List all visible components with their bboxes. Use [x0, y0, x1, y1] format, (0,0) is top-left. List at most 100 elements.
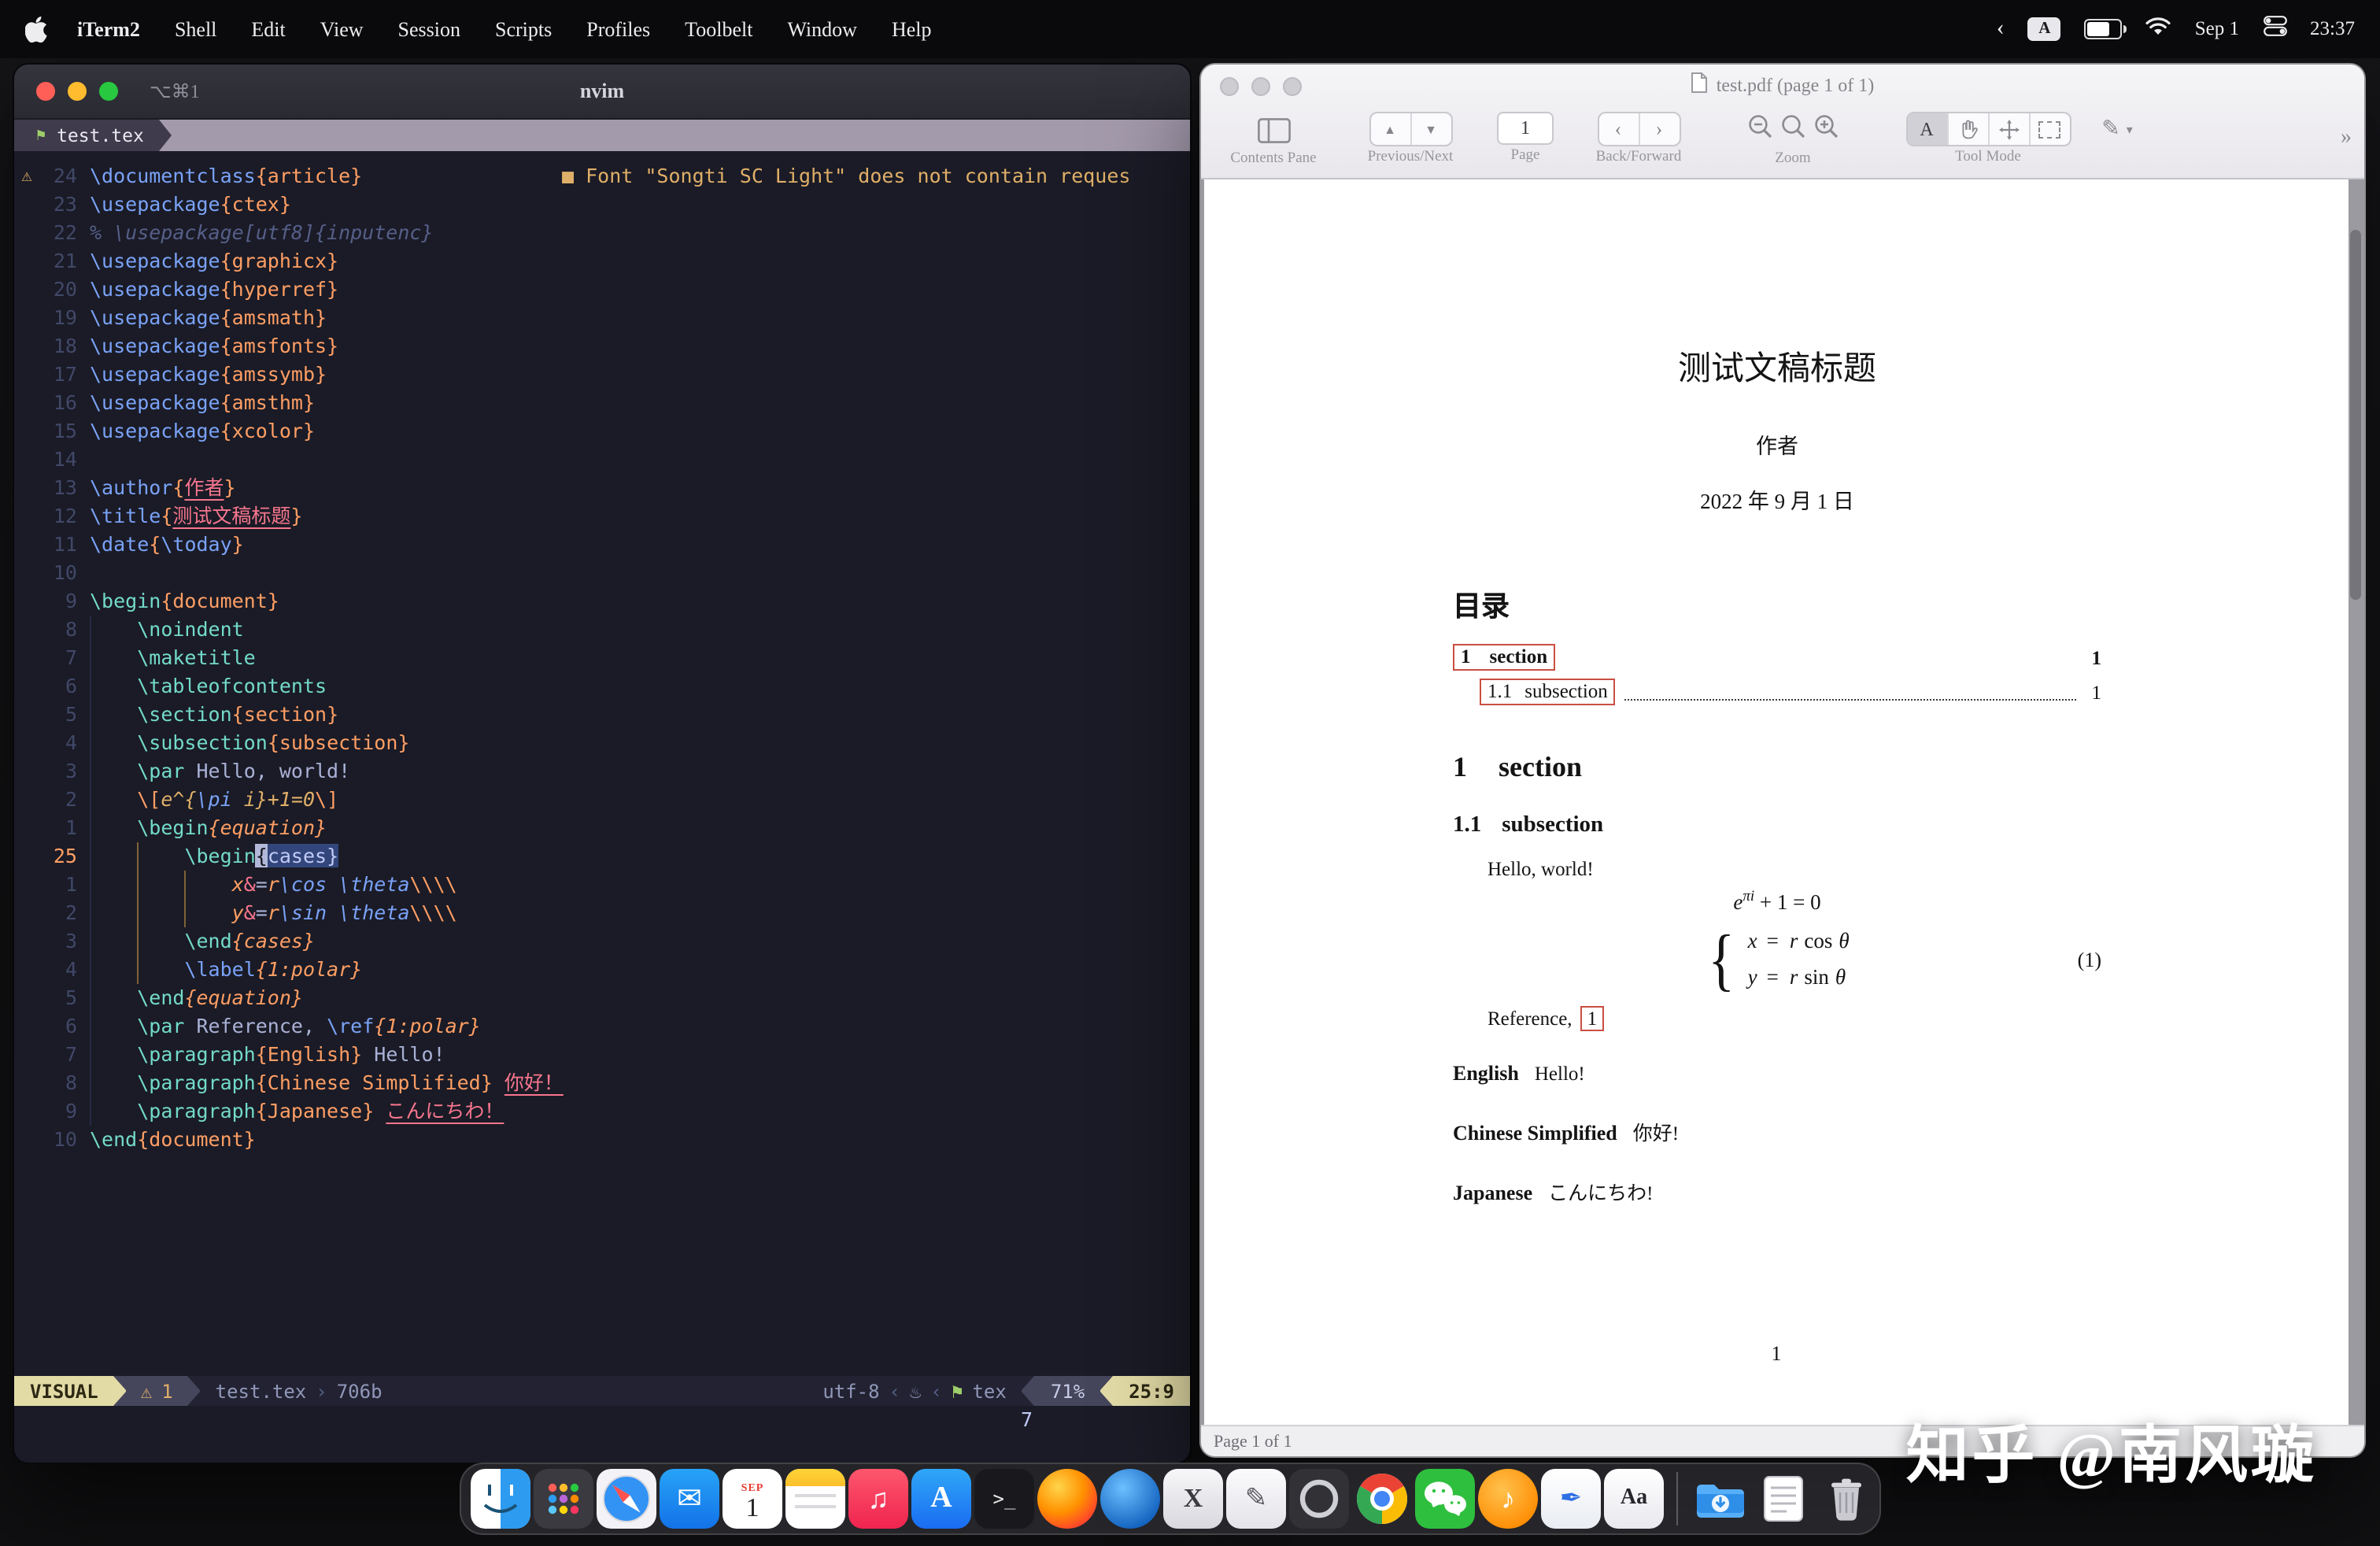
dock-notes[interactable]: [785, 1469, 845, 1529]
menu-toolbelt[interactable]: Toolbelt: [667, 17, 770, 42]
close-button[interactable]: [1220, 77, 1239, 96]
zoom-button[interactable]: [99, 82, 118, 101]
editor-line[interactable]: 19\usepackage{amsmath}: [14, 304, 1190, 332]
editor-line[interactable]: 1 x&=r\cos \theta\\\\: [14, 871, 1190, 899]
zoom-in-icon[interactable]: [1813, 113, 1839, 147]
editor-line[interactable]: 15\usepackage{xcolor}: [14, 417, 1190, 446]
dock-fonts-app[interactable]: Aa: [1604, 1469, 1664, 1529]
next-page-button[interactable]: ▼: [1410, 113, 1451, 145]
dock-terminal[interactable]: >_: [974, 1469, 1034, 1529]
editor-line[interactable]: ⚠24\documentclass{article}■ Font "Songti…: [14, 162, 1190, 190]
select-tool-button[interactable]: [2028, 113, 2069, 145]
editor-line[interactable]: 11\date{\today}: [14, 531, 1190, 559]
editor-line[interactable]: 2 y&=r\sin \theta\\\\: [14, 899, 1190, 927]
zoom-button[interactable]: [1283, 77, 1302, 96]
dock-documents-stack[interactable]: [1754, 1469, 1813, 1529]
dock-wechat[interactable]: [1415, 1469, 1475, 1529]
toolbar-overflow-button[interactable]: »: [2341, 126, 2352, 151]
dock-mail[interactable]: ✉: [660, 1469, 719, 1529]
editor-line[interactable]: 1 \begin{equation}: [14, 814, 1190, 842]
menu-profiles[interactable]: Profiles: [569, 17, 667, 42]
pdf-scrollbar[interactable]: [2350, 230, 2361, 600]
editor-line[interactable]: 5 \section{section}: [14, 701, 1190, 729]
previous-page-button[interactable]: ▲: [1370, 113, 1410, 145]
editor-line[interactable]: 17\usepackage{amssymb}: [14, 361, 1190, 389]
text-tool-button[interactable]: A: [1907, 113, 1946, 145]
minimize-button[interactable]: [68, 82, 87, 101]
editor-line[interactable]: 3 \par Hello, world!: [14, 757, 1190, 786]
zoom-out-icon[interactable]: [1746, 113, 1773, 147]
forward-button[interactable]: ›: [1638, 113, 1679, 145]
menu-edit[interactable]: Edit: [234, 17, 302, 42]
editor-line[interactable]: 4 \subsection{subsection}: [14, 729, 1190, 757]
dock-pen-app[interactable]: ✒: [1541, 1469, 1601, 1529]
editor-line[interactable]: 14: [14, 446, 1190, 474]
menu-iterm2[interactable]: iTerm2: [60, 17, 157, 42]
editor-line[interactable]: 10\end{document}: [14, 1126, 1190, 1154]
dock-app-store[interactable]: A: [911, 1469, 971, 1529]
editor-line[interactable]: 6 \tableofcontents: [14, 672, 1190, 701]
dock-finder[interactable]: [471, 1469, 530, 1529]
tab-test-tex[interactable]: ⚑ test.tex: [14, 120, 160, 151]
editor-line[interactable]: 2 \[e^{\pi i}+1=0\]: [14, 786, 1190, 814]
editor-line[interactable]: 9 \paragraph{Japanese} こんにちわ！: [14, 1097, 1190, 1126]
dock-music[interactable]: ♫: [848, 1469, 908, 1529]
editor-line[interactable]: 7 \maketitle: [14, 644, 1190, 672]
reference-link[interactable]: 1: [1580, 1005, 1605, 1030]
dock-calendar[interactable]: SEP1: [722, 1469, 782, 1529]
dock-safari[interactable]: [597, 1469, 656, 1529]
minimize-button[interactable]: [1251, 77, 1270, 96]
battery-icon[interactable]: [2085, 19, 2123, 39]
editor-line[interactable]: 10: [14, 559, 1190, 587]
dock-trash[interactable]: [1816, 1469, 1876, 1529]
toc-link[interactable]: 1.1subsection: [1480, 679, 1616, 705]
editor-line[interactable]: 22% \usepackage[utf8]{inputenc}: [14, 219, 1190, 247]
editor-line[interactable]: 8 \noindent: [14, 616, 1190, 644]
wifi-icon[interactable]: [2146, 17, 2171, 42]
editor-line[interactable]: 7 \paragraph{English} Hello!: [14, 1041, 1190, 1069]
menu-shell[interactable]: Shell: [157, 17, 234, 42]
menu-help[interactable]: Help: [874, 17, 949, 42]
dock-gray-ring-app[interactable]: [1289, 1469, 1349, 1529]
editor-line[interactable]: 9\begin{document}: [14, 587, 1190, 616]
editor-line[interactable]: 25 \begin{cases}: [14, 842, 1190, 871]
hand-tool-button[interactable]: [1946, 113, 1987, 145]
control-center-icon[interactable]: [2263, 16, 2286, 43]
editor-line[interactable]: 8 \paragraph{Chinese Simplified} 你好！: [14, 1069, 1190, 1097]
editor-line[interactable]: 23\usepackage{ctex}: [14, 190, 1190, 219]
dock-xquartz[interactable]: X: [1163, 1469, 1223, 1529]
dock-downloads[interactable]: [1691, 1469, 1750, 1529]
menu-session[interactable]: Session: [381, 17, 478, 42]
actual-size-icon[interactable]: [1779, 113, 1806, 147]
input-source-icon[interactable]: A: [2028, 17, 2061, 41]
editor-line[interactable]: 16\usepackage{amsthm}: [14, 389, 1190, 417]
editor-area[interactable]: ⚠24\documentclass{article}■ Font "Songti…: [14, 151, 1190, 1376]
contents-pane-button[interactable]: [1257, 112, 1290, 148]
apple-menu-icon[interactable]: [25, 16, 47, 43]
toc-link[interactable]: 1section: [1453, 644, 1555, 671]
editor-line[interactable]: 20\usepackage{hyperref}: [14, 276, 1190, 304]
editor-line[interactable]: 6 \par Reference, \ref{1:polar}: [14, 1012, 1190, 1041]
editor-line[interactable]: 13\author{作者}: [14, 474, 1190, 502]
menu-view[interactable]: View: [303, 17, 381, 42]
editor-line[interactable]: 4 \label{1:polar}: [14, 956, 1190, 984]
annotate-tool-button[interactable]: ✎▾: [2101, 112, 2133, 148]
dock-firefox[interactable]: [1037, 1469, 1097, 1529]
editor-line[interactable]: 21\usepackage{graphicx}: [14, 247, 1190, 276]
editor-line[interactable]: 18\usepackage{amsfonts}: [14, 332, 1190, 361]
editor-line[interactable]: 3 \end{cases}: [14, 927, 1190, 956]
scroll-tool-button[interactable]: [1987, 113, 2028, 145]
dock-launchpad[interactable]: [534, 1469, 593, 1529]
back-button[interactable]: ‹: [1598, 113, 1638, 145]
menu-date[interactable]: Sep 1: [2195, 17, 2239, 41]
close-button[interactable]: [36, 82, 55, 101]
collapse-chevron-icon[interactable]: ‹: [1997, 16, 2005, 43]
dock-texshop[interactable]: ✎: [1226, 1469, 1286, 1529]
dock-thunderbird[interactable]: [1100, 1469, 1160, 1529]
menu-scripts[interactable]: Scripts: [478, 17, 569, 42]
dock-chrome[interactable]: [1352, 1469, 1412, 1529]
menu-clock[interactable]: 23:37: [2310, 17, 2355, 41]
dock-music-orange[interactable]: ♪: [1478, 1469, 1538, 1529]
editor-line[interactable]: 5 \end{equation}: [14, 984, 1190, 1012]
page-number-field[interactable]: 1: [1497, 112, 1554, 145]
